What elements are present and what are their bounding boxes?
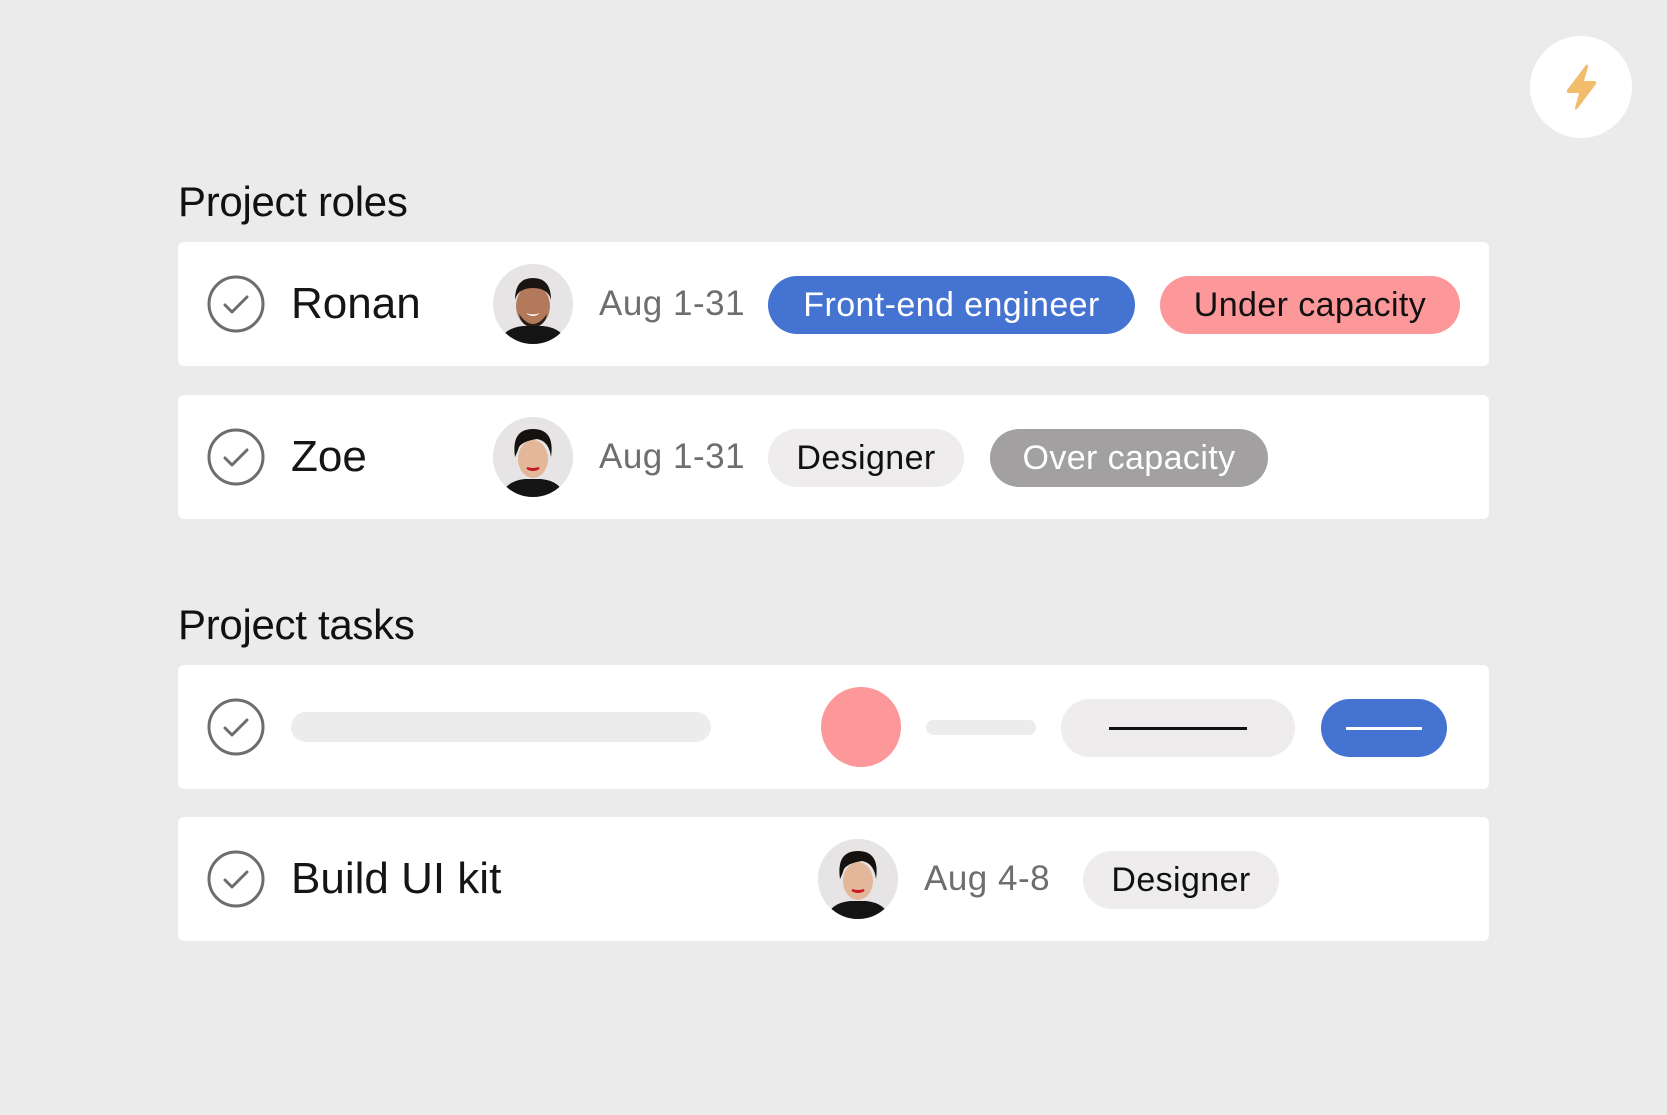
check-circle-icon[interactable]	[207, 850, 265, 908]
role-badge[interactable]: Designer	[768, 429, 964, 487]
role-row[interactable]: Zoe Aug 1-31 Designer Over capacity	[178, 395, 1489, 519]
avatar[interactable]	[493, 264, 573, 344]
task-row[interactable]: Build UI kit Aug 4-8 Designer	[178, 817, 1489, 941]
capacity-badge[interactable]: Over capacity	[990, 429, 1268, 487]
check-circle-icon[interactable]	[207, 698, 265, 756]
avatar-zoe-image	[493, 417, 573, 497]
avatar[interactable]	[818, 839, 898, 919]
avatar-ronan-image	[493, 264, 573, 344]
role-person-name: Zoe	[291, 432, 367, 481]
section-title-roles: Project roles	[178, 178, 408, 225]
check-circle-icon[interactable]	[207, 275, 265, 333]
section-title-tasks: Project tasks	[178, 601, 415, 648]
role-row[interactable]: Ronan Aug 1-31 Front-end engineer Under …	[178, 242, 1489, 366]
status-badge-placeholder	[1321, 699, 1447, 757]
task-name-placeholder	[291, 712, 711, 742]
task-row-placeholder[interactable]	[178, 665, 1489, 789]
avatar[interactable]	[493, 417, 573, 497]
avatar-zoe-image	[818, 839, 898, 919]
role-person-name: Ronan	[291, 279, 421, 328]
check-circle-icon[interactable]	[207, 428, 265, 486]
placeholder-line	[1346, 726, 1422, 730]
capacity-badge[interactable]: Under capacity	[1160, 276, 1460, 334]
task-name: Build UI kit	[291, 854, 502, 903]
date-range: Aug 1-31	[599, 437, 746, 476]
lightning-bolt-icon	[1566, 64, 1597, 110]
date-range: Aug 1-31	[599, 284, 746, 323]
role-badge[interactable]: Front-end engineer	[768, 276, 1135, 334]
role-badge-placeholder	[1061, 699, 1295, 757]
role-badge[interactable]: Designer	[1083, 851, 1279, 909]
placeholder-line	[1109, 726, 1247, 730]
date-placeholder	[926, 720, 1036, 735]
date-range: Aug 4-8	[924, 859, 1051, 898]
quick-action-button[interactable]	[1530, 36, 1632, 138]
assignee-placeholder	[821, 687, 901, 767]
